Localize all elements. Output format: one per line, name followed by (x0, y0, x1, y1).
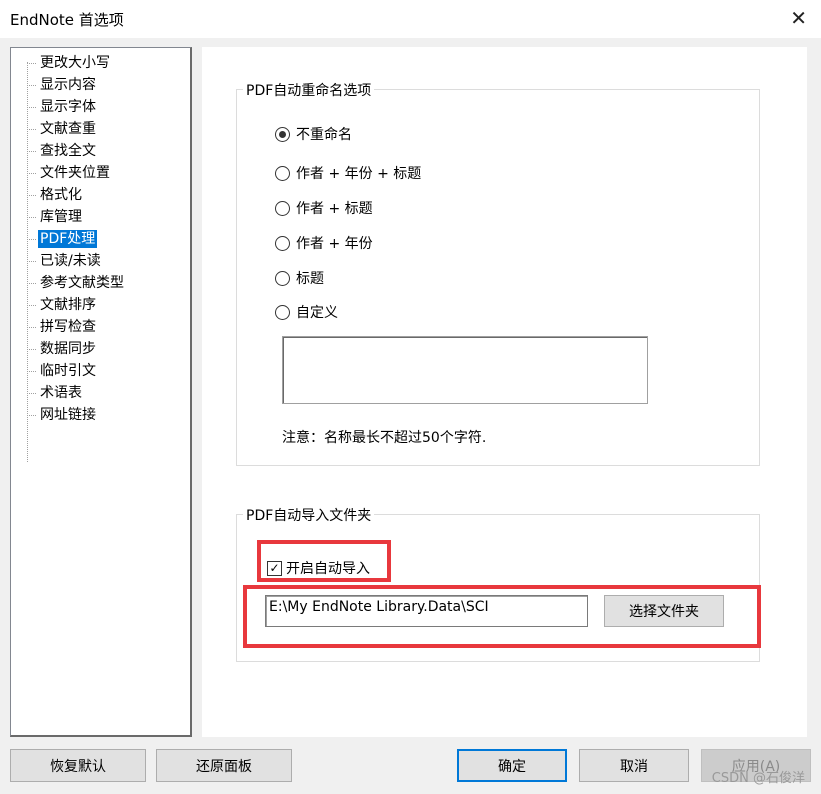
tree-item-label: 已读/未读 (40, 253, 101, 269)
tree-item-spell-check[interactable]: 拼写检查 (27, 317, 98, 337)
import-group-title: PDF自动导入文件夹 (243, 505, 375, 525)
restore-defaults-button[interactable]: 恢复默认 (10, 749, 146, 782)
close-icon[interactable]: ✕ (790, 6, 807, 30)
radio-no-rename[interactable]: 不重命名 (275, 124, 352, 144)
tree-connector-dash (27, 392, 36, 394)
tree-connector-dash (27, 194, 36, 196)
highlight-box-path (243, 585, 761, 648)
window-title: EndNote 首选项 (10, 11, 124, 29)
tree-item-label: 文献排序 (40, 297, 96, 313)
tree-item-temporary-citations[interactable]: 临时引文 (27, 361, 98, 381)
tree-item-formatting[interactable]: 格式化 (27, 185, 84, 205)
radio-label: 作者 + 标题 (296, 201, 373, 217)
radio-author-title[interactable]: 作者 + 标题 (275, 198, 373, 218)
length-note: 注意：名称最长不超过50个字符. (282, 430, 487, 446)
tree-item-label: 参考文献类型 (40, 275, 124, 291)
tree-connector-dash (27, 370, 36, 372)
tree-item-label: 格式化 (40, 187, 82, 203)
tree-item-label: 库管理 (40, 209, 82, 225)
tree-item-label: 文献查重 (40, 121, 96, 137)
radio-circle[interactable] (275, 200, 290, 216)
radio-circle[interactable] (275, 165, 290, 181)
radio-title[interactable]: 标题 (275, 268, 324, 288)
ok-button[interactable]: 确定 (457, 749, 567, 782)
tree-connector-dash (27, 326, 36, 328)
tree-item-url-links[interactable]: 网址链接 (27, 405, 98, 425)
tree-item-display-fields[interactable]: 显示内容 (27, 75, 98, 95)
tree-connector-dash (27, 62, 36, 64)
radio-label: 标题 (296, 271, 324, 287)
tree-item-pdf-handling[interactable]: PDF处理 (27, 229, 98, 249)
tree-item-label: 更改大小写 (40, 55, 110, 71)
revert-panel-button[interactable]: 还原面板 (156, 749, 292, 782)
cancel-button[interactable]: 取消 (579, 749, 689, 782)
tree-item-read-unread[interactable]: 已读/未读 (27, 251, 103, 271)
tree-connector-dash (27, 348, 36, 350)
tree-connector-dash (27, 282, 36, 284)
preferences-tree[interactable]: 更改大小写显示内容显示字体文献查重查找全文文件夹位置格式化库管理 PDF处理已读/… (10, 47, 192, 737)
radio-circle[interactable] (275, 304, 290, 320)
watermark: CSDN @石俊洋 (711, 771, 805, 786)
tree-connector-dash (27, 304, 36, 306)
tree-item-term-lists[interactable]: 术语表 (27, 383, 84, 403)
tree-connector-dash (27, 216, 36, 218)
rename-group-title: PDF自动重命名选项 (243, 80, 375, 100)
tree-item-library-management[interactable]: 库管理 (27, 207, 84, 227)
tree-item-duplicates[interactable]: 文献查重 (27, 119, 98, 139)
radio-label: 不重命名 (296, 127, 352, 143)
tree-item-sync[interactable]: 数据同步 (27, 339, 98, 359)
tree-connector-dash (27, 84, 36, 86)
radio-label: 自定义 (296, 305, 338, 321)
radio-label: 作者 + 年份 + 标题 (296, 166, 422, 182)
tree-item-reference-types[interactable]: 参考文献类型 (27, 273, 126, 293)
radio-custom[interactable]: 自定义 (275, 302, 338, 322)
radio-author-year[interactable]: 作者 + 年份 (275, 233, 373, 253)
tree-connector-dash (27, 172, 36, 174)
tree-item-label: 文件夹位置 (40, 165, 110, 181)
tree-item-sorting[interactable]: 文献排序 (27, 295, 98, 315)
tree-connector-dash (27, 128, 36, 130)
tree-item-label: 临时引文 (40, 363, 96, 379)
tree-item-label: 查找全文 (40, 143, 96, 159)
title-bar: EndNote 首选项 ✕ (0, 0, 821, 38)
radio-circle[interactable] (275, 235, 290, 251)
tree-connector-dash (27, 150, 36, 152)
tree-item-label: 网址链接 (40, 407, 96, 423)
radio-author-year-title[interactable]: 作者 + 年份 + 标题 (275, 163, 421, 183)
tree-connector-dash (27, 260, 36, 262)
tree-connector-dash (27, 414, 36, 416)
tree-item-label: 显示内容 (40, 77, 96, 93)
tree-item-label: 拼写检查 (40, 319, 96, 335)
tree-connector-dash (27, 238, 36, 240)
tree-item-label: 术语表 (40, 385, 82, 401)
radio-circle[interactable] (275, 126, 290, 142)
rename-options-group: PDF自动重命名选项 不重命名 作者 + 年份 + 标题 作者 + 标题 作者 … (236, 80, 760, 466)
tree-item-folder-locations[interactable]: 文件夹位置 (27, 163, 112, 183)
tree-item-label: 显示字体 (40, 99, 96, 115)
tree-item-label: 数据同步 (40, 341, 96, 357)
tree-item-label: PDF处理 (38, 230, 98, 248)
tree-item-display-fonts[interactable]: 显示字体 (27, 97, 98, 117)
tree-item-change-case[interactable]: 更改大小写 (27, 53, 112, 73)
highlight-box-checkbox (257, 540, 391, 582)
radio-label: 作者 + 年份 (296, 236, 373, 252)
radio-circle[interactable] (275, 270, 290, 286)
tree-item-find-full-text[interactable]: 查找全文 (27, 141, 98, 161)
custom-name-textarea[interactable] (282, 336, 648, 404)
tree-connector-dash (27, 106, 36, 108)
